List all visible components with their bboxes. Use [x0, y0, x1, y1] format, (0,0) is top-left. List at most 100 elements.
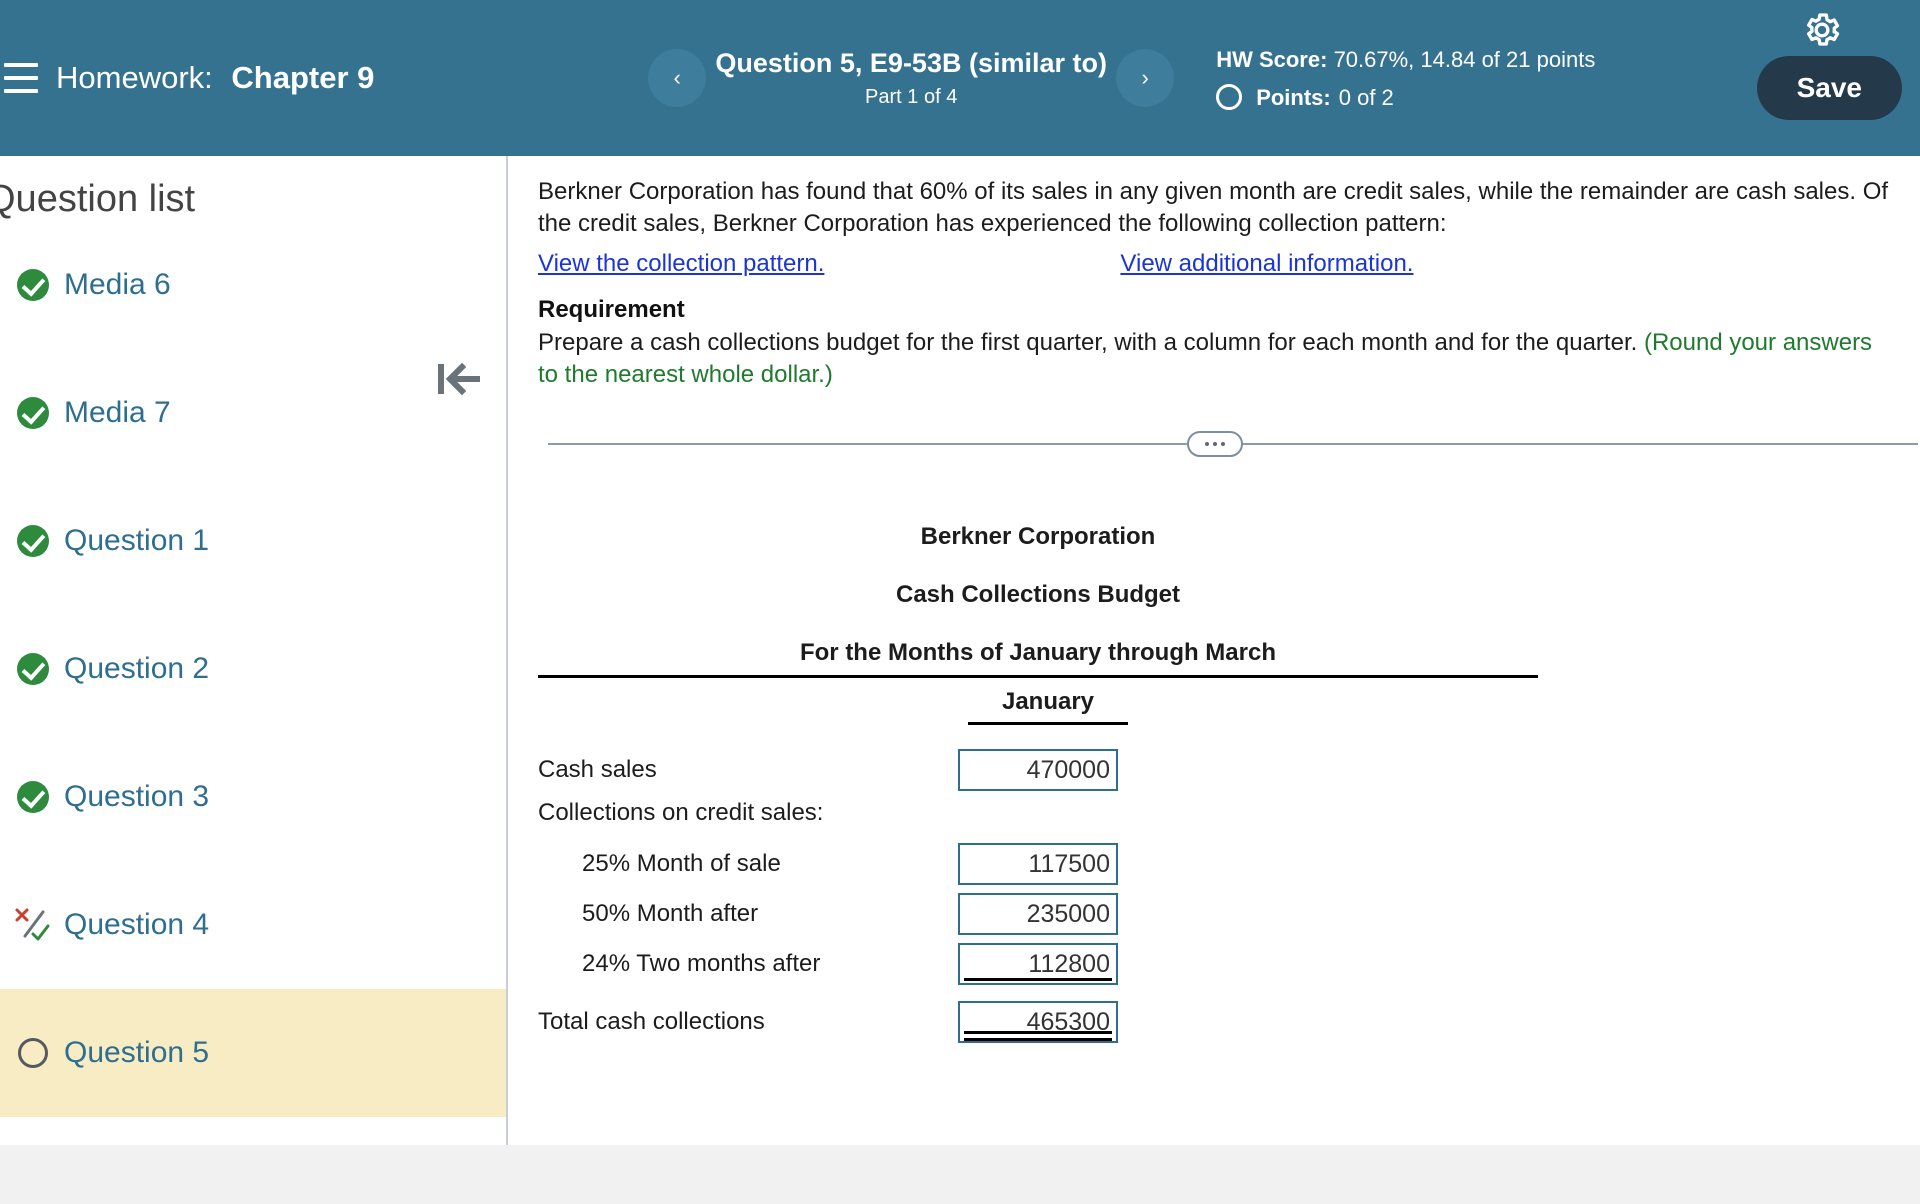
correct-check-icon — [2, 525, 64, 557]
question-title: Question 5, E9-53B (similar to) — [715, 48, 1107, 78]
sidebar-item-question-2[interactable]: Question 2 — [0, 605, 506, 733]
unanswered-circle-icon — [2, 1038, 64, 1068]
hamburger-icon[interactable] — [4, 63, 38, 93]
row-value-cell — [958, 985, 1138, 1043]
table-row: Total cash collections — [538, 985, 1538, 1043]
page-footer — [0, 1145, 1920, 1204]
answer-input-cash-sales[interactable] — [958, 749, 1118, 791]
question-indicator: Question 5, E9-53B (similar to) Part 1 o… — [706, 47, 1116, 109]
sidebar-item-label: Media 6 — [64, 268, 171, 301]
row-spacer — [1138, 791, 1538, 827]
row-value-cell — [958, 935, 1138, 985]
points-label: Points: — [1256, 84, 1331, 110]
gear-icon — [1807, 13, 1840, 46]
column-header-rule — [968, 722, 1128, 725]
chevron-right-icon: › — [1141, 65, 1149, 90]
budget-statement-name: Cash Collections Budget — [895, 581, 1181, 608]
view-collection-pattern-link[interactable]: View the collection pattern. — [538, 250, 824, 278]
points-row: Points: 0 of 2 — [1216, 81, 1646, 114]
assignment-title: Homework: Chapter 9 — [56, 60, 374, 96]
row-label: Total cash collections — [538, 1008, 765, 1035]
sidebar-item-label: Question 3 — [64, 780, 210, 813]
row-label: 50% Month after — [582, 900, 759, 927]
ellipsis-handle-icon[interactable] — [1187, 431, 1243, 457]
answer-cell — [958, 843, 1118, 885]
sidebar-item-label: Question 5 — [64, 1036, 210, 1069]
view-additional-information-link[interactable]: View additional information. — [1120, 250, 1413, 278]
collapse-panel-left-icon — [438, 362, 480, 396]
settings-button[interactable] — [1796, 4, 1848, 56]
dot — [1221, 442, 1225, 446]
sidebar-item-question-5[interactable]: Question 5 — [0, 989, 506, 1117]
row-value-cell — [958, 791, 1138, 827]
requirement-main: Prepare a cash collections budget for th… — [538, 329, 1644, 356]
cross-check-icon — [15, 908, 50, 941]
budget-company-name: Berkner Corporation — [920, 523, 1156, 550]
row-label: 24% Two months after — [582, 950, 821, 977]
row-spacer — [1138, 885, 1538, 935]
check-circle-icon — [17, 653, 49, 685]
sidebar-item-question-1[interactable]: Question 1 — [0, 477, 506, 605]
row-value-cell — [958, 885, 1138, 935]
save-button[interactable]: Save — [1756, 56, 1902, 120]
hw-score-label: HW Score: — [1216, 46, 1328, 72]
hamburger-bar — [4, 76, 38, 80]
previous-question-button[interactable]: ‹ — [648, 49, 707, 107]
answer-input-50-month-after[interactable] — [958, 893, 1118, 935]
answer-cell — [958, 893, 1118, 935]
requirement-heading: Requirement — [538, 296, 685, 323]
correct-check-icon — [2, 781, 64, 813]
budget-table-head: January — [538, 688, 1538, 733]
budget-period: For the Months of January through March — [799, 639, 1276, 666]
page-title: Question list — [0, 178, 196, 220]
table-row: 24% Two months after — [538, 935, 1538, 985]
hamburger-bar — [4, 89, 38, 93]
budget-table-body: Cash sales Collections on credit sales: 25… — [538, 733, 1538, 1043]
budget-header-row: January — [538, 688, 1538, 733]
reference-links: View the collection pattern. View additi… — [538, 250, 1892, 278]
sidebar-item-label: Question 2 — [64, 652, 210, 685]
budget-table: January Cash sales Collections on credit … — [538, 688, 1538, 1043]
row-value-cell — [958, 733, 1138, 791]
assignment-name: Chapter 9 — [231, 60, 375, 95]
dot — [1205, 442, 1209, 446]
sidebar-item-label: Question 1 — [64, 524, 210, 557]
row-label: Collections on credit sales: — [538, 799, 824, 826]
content-area: Question list Media 6 Media 7 Question 1 Qu… — [0, 156, 1920, 1145]
cash-collections-budget: Berkner Corporation Cash Collections Bud… — [538, 523, 1538, 1043]
partial-credit-icon — [2, 906, 64, 944]
next-question-button[interactable]: › — [1116, 49, 1175, 107]
row-spacer — [1138, 733, 1538, 791]
answer-cell — [958, 943, 1118, 985]
table-row: 50% Month after — [538, 885, 1538, 935]
question-part: Part 1 of 4 — [865, 86, 958, 108]
check-circle-icon — [17, 397, 49, 429]
row-spacer — [1138, 827, 1538, 885]
collapse-sidebar-button[interactable] — [430, 354, 486, 404]
points-value: 0 of 2 — [1338, 84, 1394, 110]
row-label: Cash sales — [538, 756, 657, 783]
budget-header-rule — [538, 675, 1538, 678]
answer-input-25-month-of-sale[interactable] — [958, 843, 1118, 885]
score-summary: HW Score: 70.67%, 14.84 of 21 points Poi… — [1216, 43, 1646, 114]
empty-circle-icon — [1216, 84, 1243, 110]
row-value-cell — [958, 827, 1138, 885]
app-header: Homework: Chapter 9 ‹ Question 5, E9-53B… — [0, 0, 1920, 156]
budget-header-spacer — [1138, 688, 1538, 733]
hamburger-bar — [4, 63, 38, 67]
total-rule-top — [964, 1031, 1112, 1034]
answer-input-total-cash-collections[interactable] — [958, 1001, 1118, 1043]
check-circle-icon — [17, 781, 49, 813]
sidebar-item-question-3[interactable]: Question 3 — [0, 733, 506, 861]
row-spacer — [1138, 985, 1538, 1043]
correct-check-icon — [2, 269, 64, 301]
budget-header-blank — [538, 688, 958, 733]
answer-cell — [958, 749, 1118, 791]
question-list-sidebar: Question list Media 6 Media 7 Question 1 Qu… — [0, 156, 508, 1145]
question-prompt: Berkner Corporation has found that 60% o… — [538, 178, 1889, 237]
subtotal-rule — [964, 978, 1112, 981]
requirement-text: Prepare a cash collections budget for th… — [538, 327, 1892, 391]
sidebar-item-media-6[interactable]: Media 6 — [0, 221, 506, 349]
sidebar-item-question-4[interactable]: Question 4 — [0, 861, 506, 989]
sidebar-item-label: Question 4 — [64, 908, 210, 941]
